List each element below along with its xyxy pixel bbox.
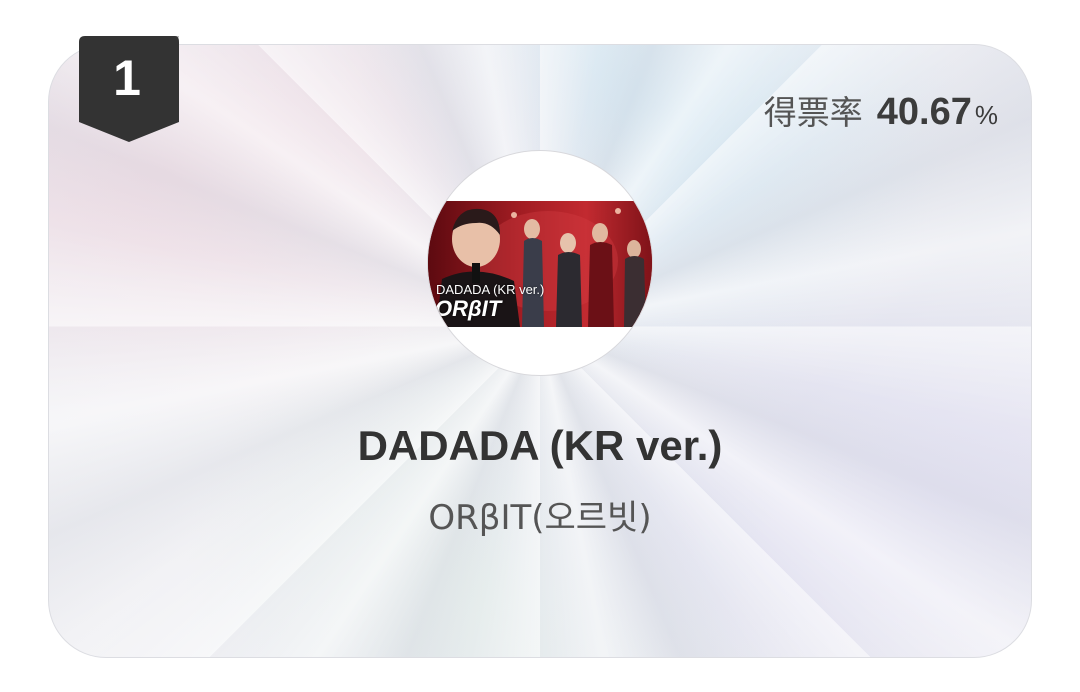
rank-number: 1 <box>113 50 141 106</box>
vote-rate-unit: % <box>974 100 998 130</box>
rank-badge: 1 <box>79 36 179 142</box>
thumbnail-caption: DADADA (KR ver.) <box>436 282 545 297</box>
vote-rate-value: 40.67 <box>876 91 972 133</box>
song-title: DADADA (KR ver.) <box>357 422 723 469</box>
vote-rate: 得票率 40.67 % <box>764 86 998 134</box>
thumbnail-logo: ORβIT <box>435 296 502 321</box>
artist-name: ORβIT(오르빗) <box>428 498 652 538</box>
vote-rate-label: 得票率 <box>763 93 863 132</box>
song-thumbnail[interactable]: DADADA (KR ver.) ORβIT <box>427 150 653 376</box>
thumbnail-image: DADADA (KR ver.) ORβIT <box>428 201 652 327</box>
